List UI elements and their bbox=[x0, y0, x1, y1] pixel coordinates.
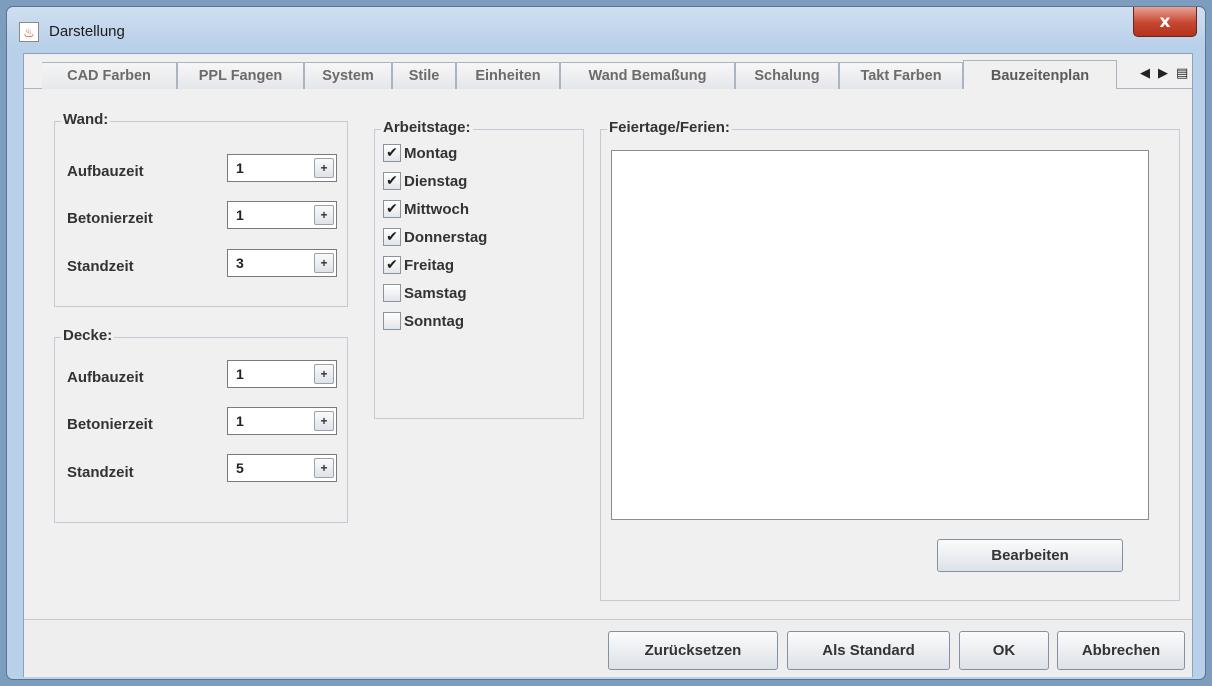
tab-cad-farben[interactable]: CAD Farben bbox=[42, 62, 177, 89]
tab-scroll-left-icon[interactable]: ◀ bbox=[1140, 66, 1150, 81]
window-title: Darstellung bbox=[49, 23, 125, 40]
wand-standzeit-label: Standzeit bbox=[67, 258, 134, 275]
increment-icon[interactable]: + bbox=[314, 158, 334, 178]
title-bar[interactable]: ♨ Darstellung x bbox=[7, 7, 1205, 53]
tab-einheiten[interactable]: Einheiten bbox=[456, 62, 560, 89]
decke-standzeit-value[interactable]: 5 bbox=[236, 460, 244, 476]
increment-icon[interactable]: + bbox=[314, 253, 334, 273]
dialog-window: ♨ Darstellung x CAD Farben PPL Fangen Sy… bbox=[6, 6, 1206, 680]
day-checkbox-montag[interactable]: ✔ Montag bbox=[383, 142, 457, 164]
java-app-icon: ♨ bbox=[19, 22, 39, 42]
day-label: Samstag bbox=[404, 284, 467, 302]
tab-bauzeitenplan[interactable]: Bauzeitenplan bbox=[963, 60, 1117, 90]
wand-group: Wand: Aufbauzeit 1 + Betonierzeit 1 + St… bbox=[54, 111, 348, 307]
decke-aufbauzeit-label: Aufbauzeit bbox=[67, 369, 144, 386]
day-checkbox-donnerstag[interactable]: ✔ Donnerstag bbox=[383, 226, 487, 248]
day-label: Montag bbox=[404, 144, 458, 162]
wand-group-title: Wand: bbox=[61, 111, 111, 128]
decke-group: Decke: Aufbauzeit 1 + Betonierzeit 1 + S… bbox=[54, 327, 348, 523]
tab-schalung[interactable]: Schalung bbox=[735, 62, 839, 89]
decke-standzeit-spinner[interactable]: 5 + bbox=[227, 454, 337, 482]
tab-ppl-fangen[interactable]: PPL Fangen bbox=[177, 62, 304, 89]
tab-takt-farben[interactable]: Takt Farben bbox=[839, 62, 963, 89]
decke-betonierzeit-label: Betonierzeit bbox=[67, 416, 153, 433]
bearbeiten-button[interactable]: Bearbeiten bbox=[937, 539, 1123, 572]
wand-aufbauzeit-spinner[interactable]: 1 + bbox=[227, 154, 337, 182]
tab-list-icon[interactable]: ▤ bbox=[1176, 66, 1188, 81]
feiertage-list[interactable] bbox=[611, 150, 1149, 520]
checkmark-icon[interactable]: ✔ bbox=[383, 172, 401, 190]
arbeitstage-group-title: Arbeitstage: bbox=[381, 119, 473, 136]
checkmark-icon[interactable]: ✔ bbox=[383, 144, 401, 162]
tab-wand-bemassung[interactable]: Wand Bemaßung bbox=[560, 62, 735, 89]
day-label: Mittwoch bbox=[404, 200, 469, 218]
tab-system[interactable]: System bbox=[304, 62, 392, 89]
ok-button[interactable]: OK bbox=[959, 631, 1049, 670]
arbeitstage-group: Arbeitstage: ✔ Montag ✔ Dienstag ✔ Mittwoch ✔ D… bbox=[374, 119, 584, 419]
day-checkbox-dienstag[interactable]: ✔ Dienstag bbox=[383, 170, 467, 192]
bauzeitenplan-panel: Wand: Aufbauzeit 1 + Betonierzeit 1 + St… bbox=[24, 89, 1192, 619]
checkmark-icon[interactable]: ✔ bbox=[383, 256, 401, 274]
day-checkbox-samstag[interactable]: Samstag bbox=[383, 282, 467, 304]
feiertage-group: Feiertage/Ferien: Bearbeiten bbox=[600, 119, 1180, 601]
decke-betonierzeit-spinner[interactable]: 1 + bbox=[227, 407, 337, 435]
day-label: Donnerstag bbox=[404, 228, 488, 246]
increment-icon[interactable]: + bbox=[314, 458, 334, 478]
button-bar: Zurücksetzen Als Standard OK Abbrechen bbox=[24, 619, 1192, 677]
decke-aufbauzeit-spinner[interactable]: 1 + bbox=[227, 360, 337, 388]
wand-betonierzeit-label: Betonierzeit bbox=[67, 210, 153, 227]
day-label: Sonntag bbox=[404, 312, 464, 330]
set-default-button[interactable]: Als Standard bbox=[787, 631, 950, 670]
close-icon: x bbox=[1159, 11, 1171, 32]
decke-aufbauzeit-value[interactable]: 1 bbox=[236, 366, 244, 382]
checkmark-icon[interactable]: ✔ bbox=[383, 200, 401, 218]
checkbox-box[interactable] bbox=[383, 312, 401, 330]
wand-aufbauzeit-label: Aufbauzeit bbox=[67, 163, 144, 180]
day-checkbox-sonntag[interactable]: Sonntag bbox=[383, 310, 464, 332]
close-button[interactable]: x bbox=[1133, 7, 1197, 37]
tab-stile[interactable]: Stile bbox=[392, 62, 456, 89]
decke-group-title: Decke: bbox=[61, 327, 115, 344]
increment-icon[interactable]: + bbox=[314, 411, 334, 431]
feiertage-group-title: Feiertage/Ferien: bbox=[607, 119, 732, 136]
wand-standzeit-spinner[interactable]: 3 + bbox=[227, 249, 337, 277]
day-checkbox-mittwoch[interactable]: ✔ Mittwoch bbox=[383, 198, 469, 220]
wand-aufbauzeit-value[interactable]: 1 bbox=[236, 160, 244, 176]
reset-button[interactable]: Zurücksetzen bbox=[608, 631, 778, 670]
day-label: Freitag bbox=[404, 256, 455, 274]
checkbox-box[interactable] bbox=[383, 284, 401, 302]
increment-icon[interactable]: + bbox=[314, 205, 334, 225]
day-label: Dienstag bbox=[404, 172, 468, 190]
increment-icon[interactable]: + bbox=[314, 364, 334, 384]
cancel-button[interactable]: Abbrechen bbox=[1057, 631, 1185, 670]
checkmark-icon[interactable]: ✔ bbox=[383, 228, 401, 246]
wand-standzeit-value[interactable]: 3 bbox=[236, 255, 244, 271]
wand-betonierzeit-spinner[interactable]: 1 + bbox=[227, 201, 337, 229]
day-checkbox-freitag[interactable]: ✔ Freitag bbox=[383, 254, 454, 276]
decke-standzeit-label: Standzeit bbox=[67, 464, 134, 481]
wand-betonierzeit-value[interactable]: 1 bbox=[236, 207, 244, 223]
tab-strip: CAD Farben PPL Fangen System Stile Einhe… bbox=[24, 54, 1192, 90]
dialog-content: CAD Farben PPL Fangen System Stile Einhe… bbox=[23, 53, 1193, 677]
decke-betonierzeit-value[interactable]: 1 bbox=[236, 413, 244, 429]
tab-scroll-right-icon[interactable]: ▶ bbox=[1158, 66, 1168, 81]
